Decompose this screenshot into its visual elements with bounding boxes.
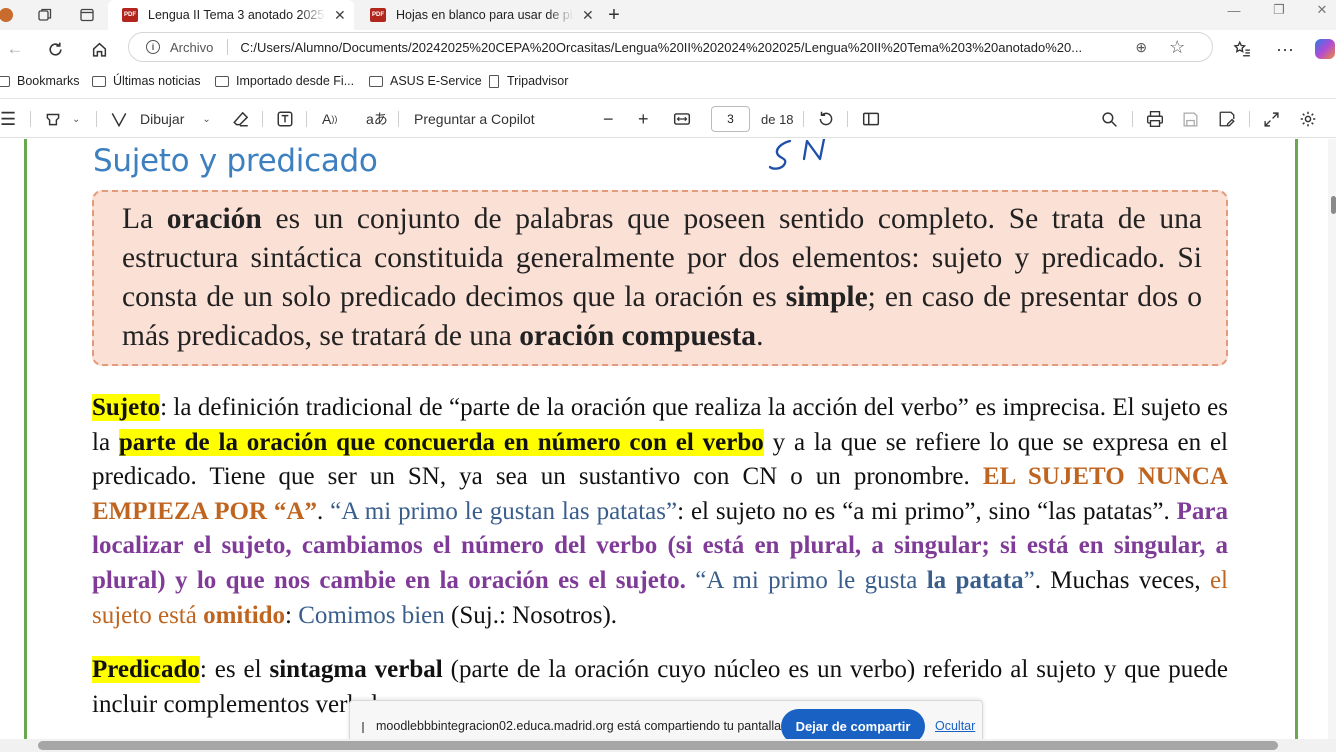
zoom-icon[interactable]: ⊕ xyxy=(1135,39,1147,56)
favorites-icon[interactable] xyxy=(1227,30,1257,68)
back-icon[interactable]: ← xyxy=(0,30,30,68)
copilot-label: Preguntar a Copilot xyxy=(414,111,535,127)
settings-gear-icon[interactable] xyxy=(1299,99,1317,139)
example-1: “A mi primo le gustan las patatas” xyxy=(330,497,678,525)
hide-link[interactable]: Ocultar xyxy=(935,719,975,733)
bookmark-importado[interactable]: Importado desde Fi... xyxy=(215,72,354,90)
folder-icon xyxy=(92,75,106,87)
address-row: ← i Archivo C:/Users/Alumno/Documents/20… xyxy=(0,30,1336,68)
page-title: Sujeto y predicado xyxy=(93,143,378,179)
bookmark-label: Bookmarks xyxy=(17,74,80,88)
vertical-scroll-thumb[interactable] xyxy=(1331,196,1336,214)
scheme-label: Archivo xyxy=(170,39,214,55)
page-border-right xyxy=(1295,139,1298,752)
bookmarks-bar: Bookmarks Últimas noticias Importado des… xyxy=(0,68,1336,94)
folder-icon xyxy=(369,75,383,87)
ink-strokes xyxy=(768,137,826,170)
page-total-label: de 18 xyxy=(761,111,794,127)
search-icon[interactable] xyxy=(1101,99,1118,139)
refresh-icon[interactable] xyxy=(40,30,70,68)
bookmark-label: Importado desde Fi... xyxy=(236,74,355,88)
zoom-in-icon[interactable]: + xyxy=(638,99,649,139)
new-tab-icon[interactable]: + xyxy=(602,0,626,30)
translate-icon[interactable]: aあ xyxy=(366,99,388,139)
favorite-star-icon[interactable]: ☆ xyxy=(1169,37,1185,58)
close-tab-icon[interactable]: ✕ xyxy=(582,7,594,24)
definition-box: La oración es un conjunto de palabras qu… xyxy=(92,190,1228,366)
share-message: moodlebbbintegracion02.educa.madrid.org … xyxy=(376,719,785,733)
print-icon[interactable] xyxy=(1146,99,1164,139)
chevron-down-icon[interactable]: ⌄ xyxy=(72,114,80,125)
divider xyxy=(227,39,229,55)
zoom-out-icon[interactable]: − xyxy=(603,99,614,139)
restore-icon[interactable]: ❐ xyxy=(1259,0,1299,20)
folder-icon xyxy=(0,75,10,87)
bookmark-label: ASUS E-Service xyxy=(390,74,482,88)
pdf-toolbar: ☰ ⌄ Dibujar ⌄ A)) aあ Preguntar a Copilot… xyxy=(0,98,1336,138)
ask-copilot-button[interactable]: Preguntar a Copilot xyxy=(414,99,535,139)
draw-label: Dibujar xyxy=(140,111,185,127)
folder-icon xyxy=(215,75,229,87)
eraser-icon[interactable] xyxy=(232,99,250,139)
sujeto-term: Sujeto xyxy=(92,394,161,421)
save-as-icon[interactable] xyxy=(1218,99,1236,139)
sujeto-paragraph: Sujeto: la definición tradicional de “pa… xyxy=(92,394,1229,629)
pen-icon xyxy=(111,113,127,128)
bookmark-label: Tripadvisor xyxy=(507,74,569,88)
bookmark-label: Últimas noticias xyxy=(113,74,201,88)
copilot-icon[interactable] xyxy=(1310,30,1336,68)
horizontal-scroll-thumb[interactable] xyxy=(38,741,1278,750)
page-border-left xyxy=(24,139,27,752)
info-icon[interactable]: i xyxy=(146,40,160,54)
home-icon[interactable] xyxy=(84,30,114,68)
tab-title: Lengua II Tema 3 anotado 2025.pdf xyxy=(148,8,326,22)
drag-handle-icon[interactable] xyxy=(362,722,364,733)
tab-actions-icon[interactable] xyxy=(76,0,98,30)
chevron-down-icon[interactable]: ⌄ xyxy=(202,114,210,125)
more-menu-icon[interactable]: ··· xyxy=(1270,30,1300,68)
bookmark-bookmarks[interactable]: Bookmarks xyxy=(0,72,80,90)
close-window-icon[interactable]: ✕ xyxy=(1302,0,1336,20)
highlighter-icon xyxy=(46,113,60,126)
close-tab-icon[interactable]: ✕ xyxy=(334,7,346,24)
bookmark-ultimas-noticias[interactable]: Últimas noticias xyxy=(92,72,201,90)
bookmark-asus[interactable]: ASUS E-Service xyxy=(369,72,482,90)
page-number-input[interactable]: 3 xyxy=(711,106,750,132)
minimize-icon[interactable]: — xyxy=(1214,0,1254,20)
pdf-file-icon: PDF xyxy=(370,8,386,22)
fullscreen-icon[interactable] xyxy=(1263,99,1280,139)
predicado-term: Predicado xyxy=(92,656,200,683)
tab-bar: PDF Lengua II Tema 3 anotado 2025.pdf ✕ … xyxy=(0,0,1336,30)
save-icon[interactable] xyxy=(1182,99,1199,139)
profile-avatar[interactable] xyxy=(0,0,16,30)
pdf-file-icon: PDF xyxy=(122,8,138,22)
page-view-icon[interactable] xyxy=(862,99,880,139)
draw-tool[interactable]: Dibujar ⌄ xyxy=(110,99,211,139)
example-3: Comimos bien xyxy=(298,601,445,629)
bookmark-tripadvisor[interactable]: Tripadvisor xyxy=(489,72,568,90)
workspaces-icon[interactable] xyxy=(34,0,56,30)
highlight-tool[interactable]: ⌄ xyxy=(44,99,80,139)
definition-text: La oración es un conjunto de palabras qu… xyxy=(122,203,1202,352)
highlighted-definition: parte de la oración que concuerda en núm… xyxy=(118,428,764,456)
tab-active[interactable]: PDF Lengua II Tema 3 anotado 2025.pdf ✕ xyxy=(108,0,354,30)
vertical-scrollbar[interactable] xyxy=(1328,139,1336,739)
address-bar[interactable]: i Archivo C:/Users/Alumno/Documents/2024… xyxy=(128,32,1213,62)
tab-inactive[interactable]: PDF Hojas en blanco para usar de pizarra… xyxy=(368,0,594,30)
contents-icon[interactable]: ☰ xyxy=(0,99,16,139)
handwritten-annotation: SN xyxy=(764,137,838,178)
fit-width-icon[interactable] xyxy=(673,99,691,139)
tab-title: Hojas en blanco para usar de pizarra.pdf xyxy=(396,8,574,22)
rotate-icon[interactable] xyxy=(817,99,835,139)
url-text[interactable]: C:/Users/Alumno/Documents/20242025%20CEP… xyxy=(240,40,1120,55)
page-icon xyxy=(489,74,499,88)
read-aloud-icon[interactable]: A)) xyxy=(322,99,337,139)
text-box-icon[interactable] xyxy=(276,99,294,139)
